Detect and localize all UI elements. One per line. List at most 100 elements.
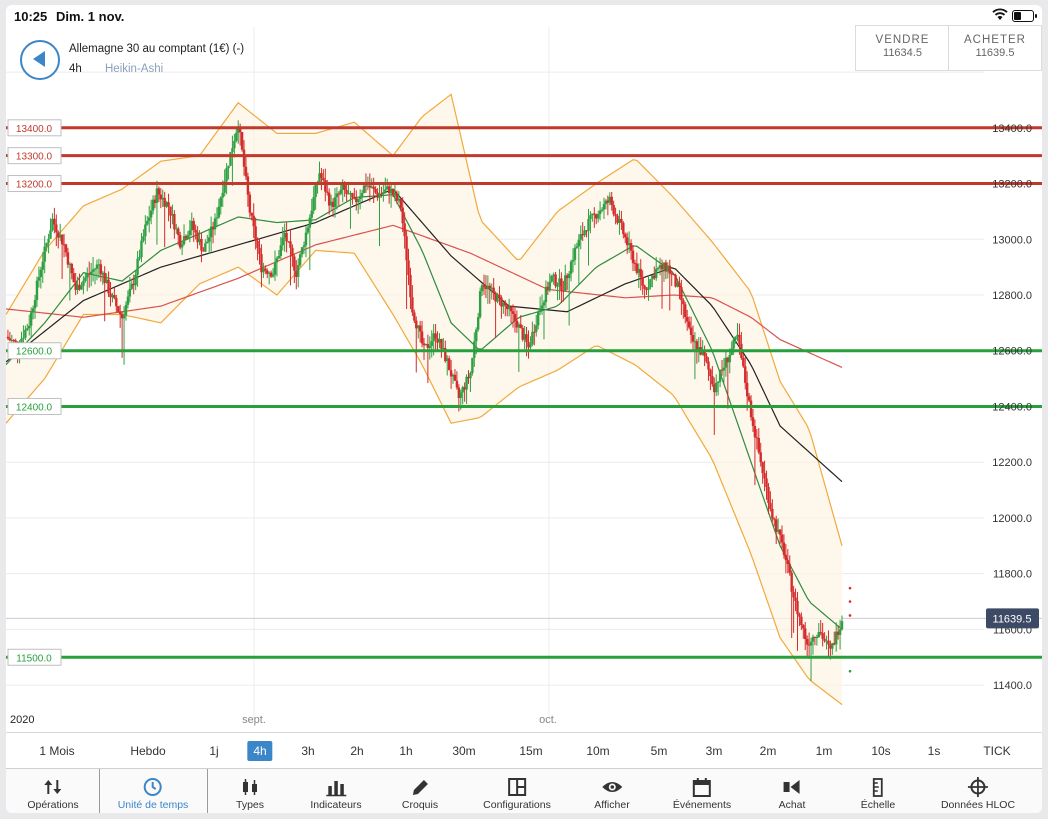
candle-body bbox=[471, 357, 474, 374]
candle-body bbox=[705, 356, 708, 362]
candle-body bbox=[610, 196, 613, 206]
toolbar-achat-button[interactable]: Achat bbox=[779, 769, 805, 813]
timeframe-2m[interactable]: 2m bbox=[756, 741, 781, 761]
candle-body bbox=[186, 235, 190, 239]
candle-body bbox=[548, 281, 551, 291]
candle-body bbox=[778, 529, 782, 535]
bar-chart-icon bbox=[326, 781, 346, 797]
timeframe-3m[interactable]: 3m bbox=[702, 741, 727, 761]
level-label: 13400.0 bbox=[16, 124, 53, 135]
candle-body bbox=[455, 380, 459, 388]
candle-body bbox=[525, 334, 528, 343]
price-chart[interactable]: 13400.0 13300.0 13200.0 12600.0 12400.0 11500… bbox=[6, 5, 1042, 732]
candle-body bbox=[148, 217, 151, 221]
timeframe-1h[interactable]: 1h bbox=[395, 741, 416, 761]
timeframe-tick[interactable]: TICK bbox=[979, 741, 1014, 761]
candle-body bbox=[511, 311, 515, 314]
candle-body bbox=[440, 338, 443, 349]
timeframe-1j[interactable]: 1j bbox=[205, 741, 222, 761]
price-tick-label: 13000.0 bbox=[992, 234, 1032, 246]
sell-button[interactable]: VENDRE 11634.5 bbox=[855, 25, 950, 71]
candle-body bbox=[790, 572, 793, 592]
timeframe-4h[interactable]: 4h bbox=[247, 741, 273, 761]
candle-body bbox=[279, 245, 282, 257]
toolbar-evenements-button[interactable]: Événements bbox=[673, 769, 731, 813]
timeframe-2h[interactable]: 2h bbox=[346, 741, 367, 761]
candle-body bbox=[246, 176, 250, 195]
candle-body bbox=[784, 554, 788, 561]
candle-body bbox=[782, 542, 786, 555]
timeframe-1m[interactable]: 1m bbox=[812, 741, 837, 761]
candle-body bbox=[28, 325, 31, 329]
timeframe-bar: 1 Mois Hebdo 1j 4h 3h 2h 1h 30m 15m 10m 5m 3m 2m 1m 10… bbox=[6, 732, 1042, 769]
candle-body bbox=[459, 392, 462, 398]
candle-body bbox=[685, 317, 689, 322]
candle-body bbox=[302, 245, 306, 248]
candle-body bbox=[411, 297, 414, 313]
toolbar-label: Indicateurs bbox=[310, 799, 362, 811]
candle-body bbox=[304, 232, 308, 246]
bottom-toolbar: Opérations Unité de temps Types Indicateurs… bbox=[6, 768, 1042, 813]
toolbar-croquis-button[interactable]: Croquis bbox=[402, 769, 438, 813]
candle-body bbox=[614, 214, 617, 216]
marker-dot bbox=[848, 614, 852, 617]
candle-body bbox=[629, 243, 633, 251]
candle-body bbox=[167, 202, 170, 207]
toolbar-donnees-hloc-button[interactable]: Données HLOC bbox=[941, 769, 1015, 813]
candle-body bbox=[339, 189, 342, 194]
candle-body bbox=[107, 279, 110, 294]
timeframe-hebdo[interactable]: Hebdo bbox=[126, 741, 169, 761]
candle-body bbox=[39, 269, 43, 278]
candle-body bbox=[535, 325, 538, 332]
candle-body bbox=[531, 331, 534, 345]
crosshair-icon bbox=[968, 777, 988, 797]
candle-body bbox=[709, 369, 712, 377]
timeframe-10m[interactable]: 10m bbox=[582, 741, 613, 761]
timeframe-10s[interactable]: 10s bbox=[867, 741, 894, 761]
toolbar-label: Données HLOC bbox=[940, 799, 1016, 811]
candle-body bbox=[242, 149, 246, 167]
candle-body bbox=[215, 217, 219, 219]
timeframe-15m[interactable]: 15m bbox=[515, 741, 546, 761]
timeframe-30m[interactable]: 30m bbox=[448, 741, 479, 761]
candle-body bbox=[492, 287, 495, 293]
toolbar-indicateurs-button[interactable]: Indicateurs bbox=[310, 769, 362, 813]
toolbar-echelle-button[interactable]: Échelle bbox=[861, 769, 895, 813]
toolbar-configurations-button[interactable]: Configurations bbox=[483, 769, 551, 813]
candle-body bbox=[815, 637, 819, 639]
candle-body bbox=[72, 273, 75, 283]
candle-body bbox=[248, 194, 252, 213]
timeframe-1s[interactable]: 1s bbox=[924, 741, 945, 761]
toolbar-afficher-button[interactable]: Afficher bbox=[594, 769, 630, 813]
candle-body bbox=[620, 218, 623, 223]
candle-body bbox=[345, 190, 348, 194]
price-tick-label: 12000.0 bbox=[992, 513, 1032, 525]
price-axis: 13400.0 13200.0 13000.0 12800.0 12600.0 12400… bbox=[986, 123, 1039, 692]
buy-button[interactable]: ACHETER 11639.5 bbox=[948, 25, 1042, 71]
candle-body bbox=[575, 246, 579, 248]
bollinger-bands bbox=[6, 93, 843, 706]
timeframe-5m[interactable]: 5m bbox=[647, 741, 672, 761]
timeframe-1-mois[interactable]: 1 Mois bbox=[35, 741, 78, 761]
candle-body bbox=[134, 274, 137, 286]
candle-body bbox=[405, 236, 408, 261]
candle-body bbox=[567, 273, 571, 279]
candle-body bbox=[89, 271, 93, 275]
candle-body bbox=[31, 308, 35, 313]
app-window: 10:25 Dim. 1 nov. 13400.0 13300.0 13200.0 1… bbox=[6, 5, 1042, 813]
back-button[interactable] bbox=[20, 40, 60, 80]
candle-body bbox=[453, 374, 457, 381]
candle-body bbox=[297, 265, 300, 277]
candle-body bbox=[6, 336, 10, 339]
candle-body bbox=[124, 304, 128, 316]
candle-body bbox=[715, 382, 718, 393]
candle-body bbox=[293, 256, 296, 271]
toolbar-operations-button[interactable]: Opérations bbox=[27, 769, 79, 813]
candle-body bbox=[207, 237, 211, 242]
candle-body bbox=[684, 304, 687, 318]
candle-body bbox=[291, 247, 294, 257]
toolbar-unite-de-temps-button[interactable]: Unité de temps bbox=[118, 769, 188, 813]
timeframe-3h[interactable]: 3h bbox=[297, 741, 318, 761]
candle-body bbox=[823, 638, 826, 641]
toolbar-types-button[interactable]: Types bbox=[236, 769, 264, 813]
